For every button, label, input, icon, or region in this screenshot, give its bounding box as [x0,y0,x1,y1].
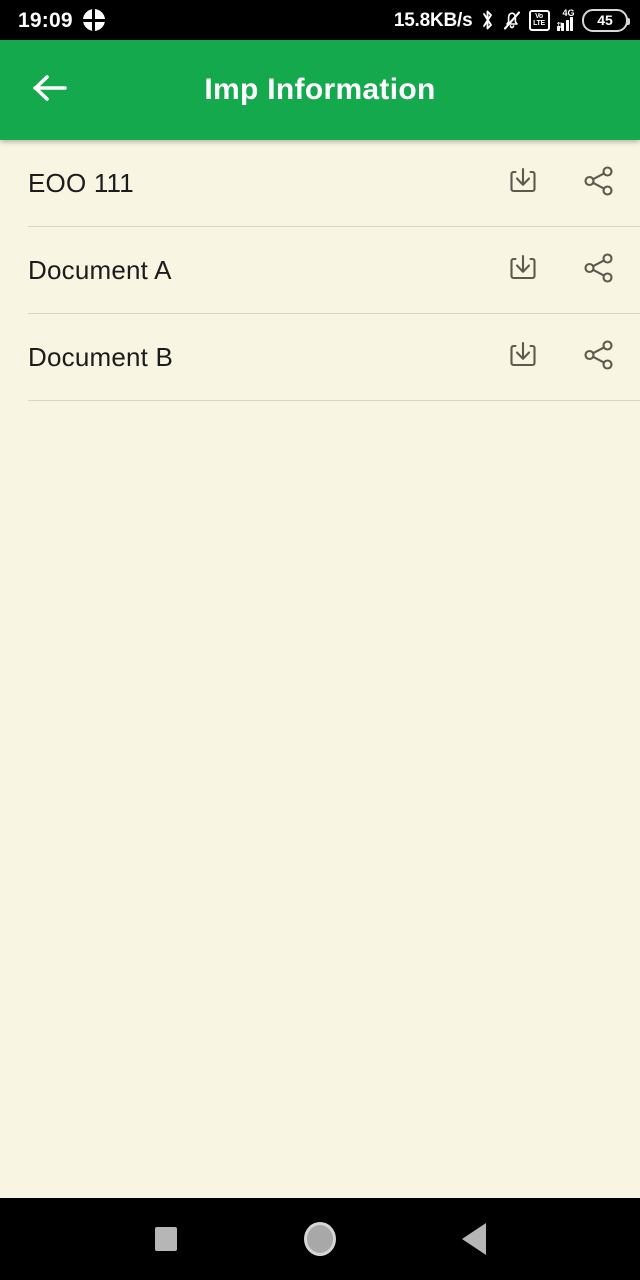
share-button[interactable] [576,335,622,381]
document-list: EOO 111 Document A Document B [0,140,640,401]
download-button[interactable] [500,248,546,294]
download-icon [506,164,540,203]
share-icon [582,164,616,203]
volte-icon: Vo LTE [528,9,550,31]
recents-button[interactable] [140,1213,192,1265]
triangle-back-icon [462,1223,486,1255]
bell-muted-icon [502,9,522,31]
back-nav-button[interactable] [448,1213,500,1265]
document-title: EOO 111 [28,168,134,199]
android-navigation-bar [0,1198,640,1280]
bluetooth-icon [480,9,495,31]
document-title: Document B [28,342,174,373]
document-title: Document A [28,255,172,286]
download-button[interactable] [500,335,546,381]
volte-top-label: Vo [535,13,543,20]
quadrant-circle-icon [82,9,105,31]
arrow-left-icon [30,72,70,109]
status-bar-right: 15.8KB/s Vo LTE 4G ⇅ 45 [393,8,630,32]
download-icon [506,251,540,290]
list-item[interactable]: Document B [0,314,640,401]
circle-home-icon [304,1222,336,1256]
status-bar: 19:09 15.8KB/s Vo LTE 4G ⇅ 45 [0,0,640,40]
share-icon [582,251,616,290]
battery-icon: 45 [582,8,630,32]
square-recents-icon [155,1227,177,1251]
status-clock: 19:09 [18,8,73,32]
data-transfer-arrows-icon: ⇅ [556,21,564,30]
row-actions [500,248,622,294]
row-actions [500,335,622,381]
phone-screen: 19:09 15.8KB/s Vo LTE 4G ⇅ 45 Imp Inform… [0,0,640,1280]
share-button[interactable] [576,161,622,207]
battery-level-label: 45 [597,12,613,28]
share-icon [582,338,616,377]
app-bar: Imp Information [0,40,640,140]
page-title: Imp Information [204,73,436,106]
network-type-label: 4G [562,8,575,18]
signal-strength-icon: 4G ⇅ [556,8,575,31]
status-bar-left: 19:09 [18,9,105,31]
volte-bottom-label: LTE [533,20,545,27]
download-button[interactable] [500,161,546,207]
back-button[interactable] [22,62,78,118]
row-actions [500,161,622,207]
network-speed-text: 15.8KB/s [393,9,473,31]
download-icon [506,338,540,377]
content-area: EOO 111 Document A Document B [0,140,640,1198]
list-item[interactable]: Document A [0,227,640,314]
list-item[interactable]: EOO 111 [0,140,640,227]
share-button[interactable] [576,248,622,294]
home-button[interactable] [294,1213,346,1265]
